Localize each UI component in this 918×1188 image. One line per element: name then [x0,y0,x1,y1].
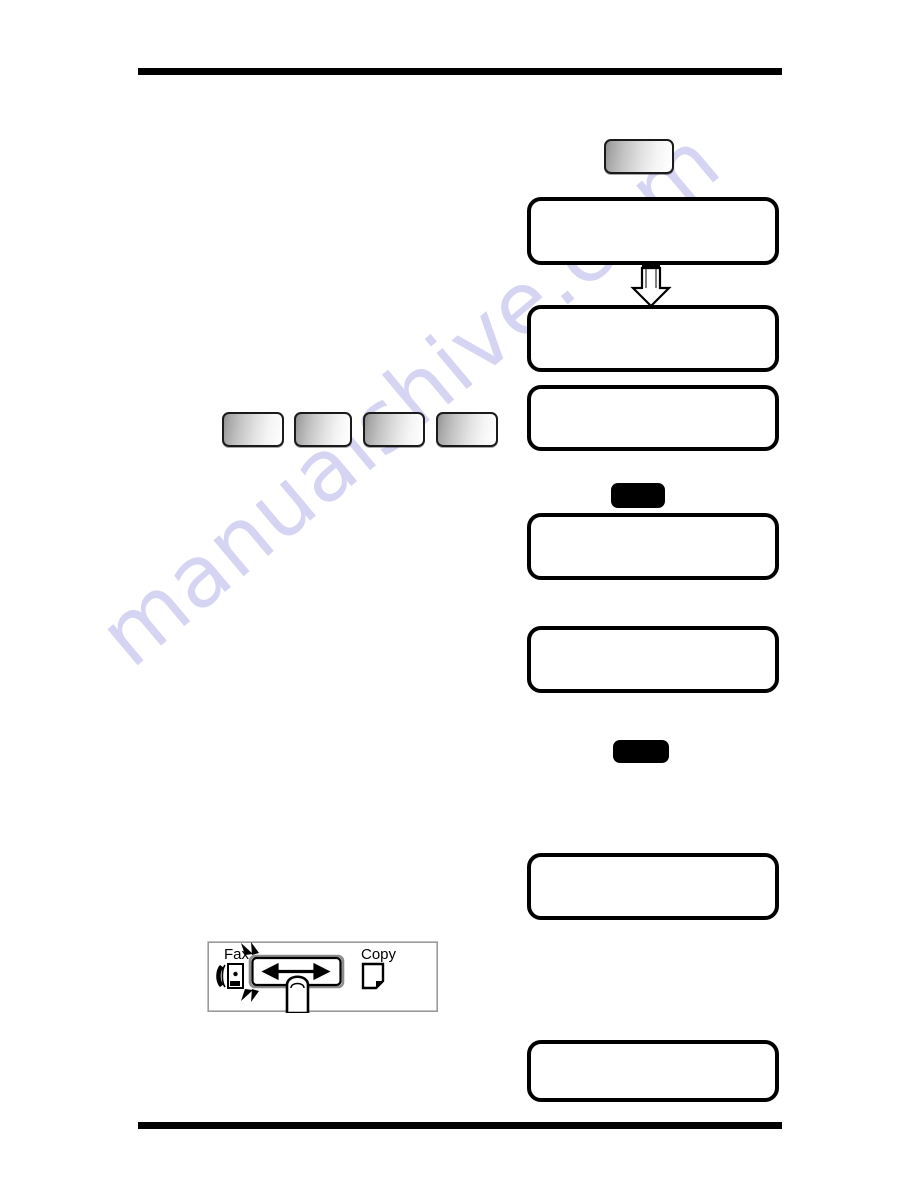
function-button[interactable] [604,139,674,174]
body-text-intro [150,120,480,380]
header-rule [138,68,782,75]
body-text-step-1 [150,470,480,630]
svg-text:Copy: Copy [361,946,397,963]
stop-button[interactable] [613,740,669,763]
lcd-display-3 [527,385,779,451]
fax-copy-switch-figure: Fax Copy [207,941,439,1018]
lcd-display-2 [527,305,779,372]
panel-button-1[interactable] [222,412,284,447]
panel-button-2[interactable] [294,412,352,447]
lcd-display-7 [527,1040,779,1102]
body-text-step-4 [150,1030,480,1100]
body-text-step-3 [150,800,480,920]
lcd-display-4 [527,513,779,580]
footer-rule [138,1122,782,1129]
start-button[interactable] [611,483,665,508]
svg-text:Fax: Fax [224,946,250,963]
lcd-display-5 [527,626,779,693]
panel-button-4[interactable] [436,412,498,447]
lcd-display-6 [527,853,779,920]
lcd-display-1 [527,197,779,265]
body-text-step-2 [150,640,480,780]
manual-page: manualshive.com Fax Copy [0,0,918,1188]
panel-button-3[interactable] [363,412,425,447]
